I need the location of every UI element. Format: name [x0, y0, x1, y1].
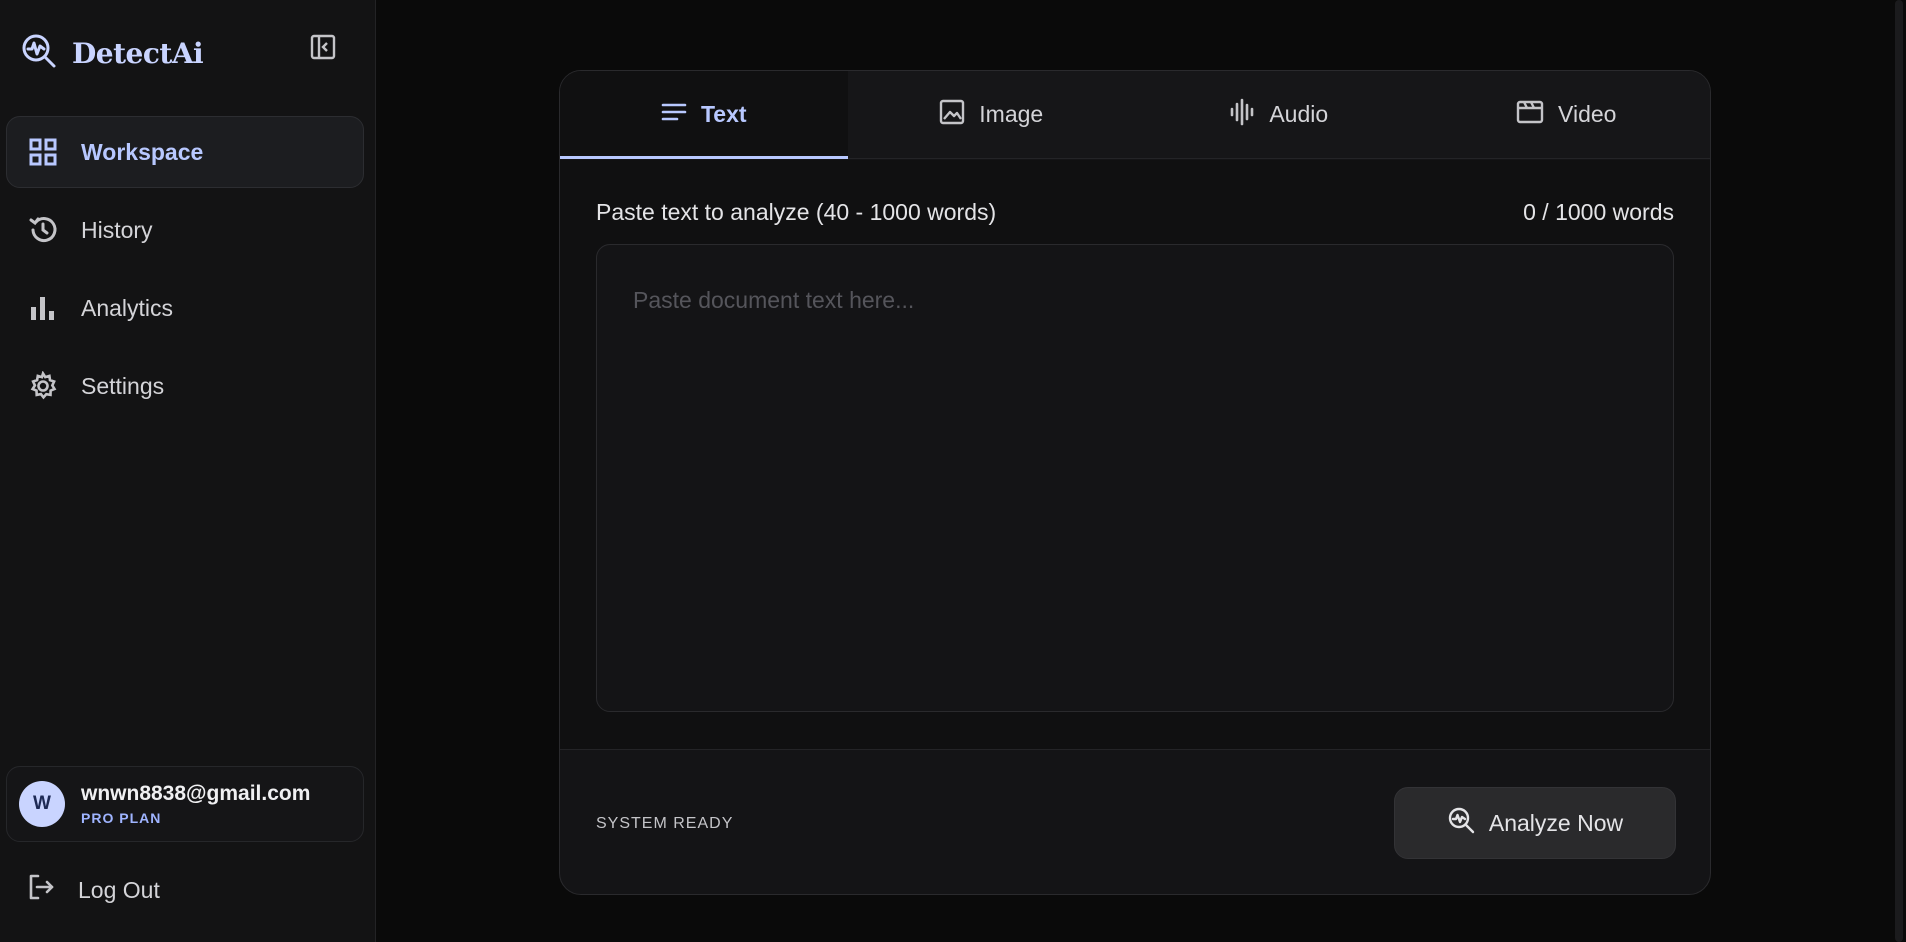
- history-icon: [27, 214, 59, 246]
- sidebar-item-label: Workspace: [81, 138, 204, 165]
- sidebar-item-label: Settings: [81, 372, 165, 399]
- sidebar-collapse-icon: [310, 34, 336, 65]
- word-count: 0 / 1000 words: [1523, 199, 1674, 225]
- status-text: SYSTEM READY: [596, 815, 734, 832]
- input-type-tabs: Text Image Audio Video: [560, 71, 1710, 159]
- brand[interactable]: DetectAi: [20, 32, 204, 75]
- text-input-section: Paste text to analyze (40 - 1000 words) …: [560, 160, 1710, 750]
- logout-icon: [26, 872, 56, 908]
- image-icon: [939, 99, 965, 131]
- analyze-now-button[interactable]: Analyze Now: [1394, 787, 1676, 859]
- sidebar-item-label: History: [81, 216, 153, 243]
- plan-badge: PRO PLAN: [81, 810, 162, 826]
- tab-label: Text: [700, 101, 747, 127]
- sidebar-item-settings[interactable]: Settings: [6, 350, 364, 422]
- user-email: wnwn8838@gmail.com: [81, 782, 311, 805]
- analysis-panel: Text Image Audio Video Paste text to ana…: [559, 70, 1711, 895]
- panel-footer: SYSTEM READY Analyze Now: [560, 751, 1710, 894]
- analyze-search-icon: [1447, 806, 1475, 840]
- input-label: Paste text to analyze (40 - 1000 words): [596, 199, 997, 225]
- app-name: DetectAi: [72, 37, 204, 70]
- tab-video[interactable]: Video: [1423, 71, 1711, 158]
- sidebar: DetectAi Workspace History Analytics Set…: [0, 0, 376, 942]
- analyze-label: Analyze Now: [1488, 809, 1624, 836]
- audio-wave-icon: [1229, 98, 1255, 132]
- collapse-sidebar-button[interactable]: [308, 34, 338, 64]
- grid-icon: [27, 136, 59, 168]
- avatar: W: [19, 781, 65, 827]
- logout-button[interactable]: Log Out: [26, 872, 160, 908]
- text-lines-icon: [661, 101, 687, 129]
- gear-icon: [27, 370, 59, 402]
- tab-text[interactable]: Text: [560, 71, 848, 159]
- sidebar-item-label: Analytics: [81, 294, 174, 321]
- clapperboard-icon: [1516, 99, 1544, 131]
- tab-label: Audio: [1269, 101, 1329, 127]
- bar-chart-icon: [27, 292, 59, 324]
- sidebar-item-analytics[interactable]: Analytics: [6, 272, 364, 344]
- sidebar-item-workspace[interactable]: Workspace: [6, 116, 364, 188]
- tab-audio[interactable]: Audio: [1135, 71, 1423, 158]
- sidebar-item-history[interactable]: History: [6, 194, 364, 266]
- logout-label: Log Out: [78, 876, 160, 903]
- sidebar-nav: Workspace History Analytics Settings: [6, 116, 364, 428]
- document-text-input[interactable]: [596, 244, 1674, 712]
- user-info: wnwn8838@gmail.com PRO PLAN: [81, 782, 310, 826]
- tab-label: Video: [1558, 101, 1617, 127]
- input-label-row: Paste text to analyze (40 - 1000 words) …: [596, 199, 1674, 226]
- detect-logo-icon: [20, 32, 58, 75]
- page-scrollbar[interactable]: [1892, 0, 1906, 942]
- user-card[interactable]: W wnwn8838@gmail.com PRO PLAN: [6, 766, 364, 842]
- scrollbar-thumb[interactable]: [1895, 0, 1903, 942]
- tab-label: Image: [979, 101, 1044, 127]
- tab-image[interactable]: Image: [848, 71, 1136, 158]
